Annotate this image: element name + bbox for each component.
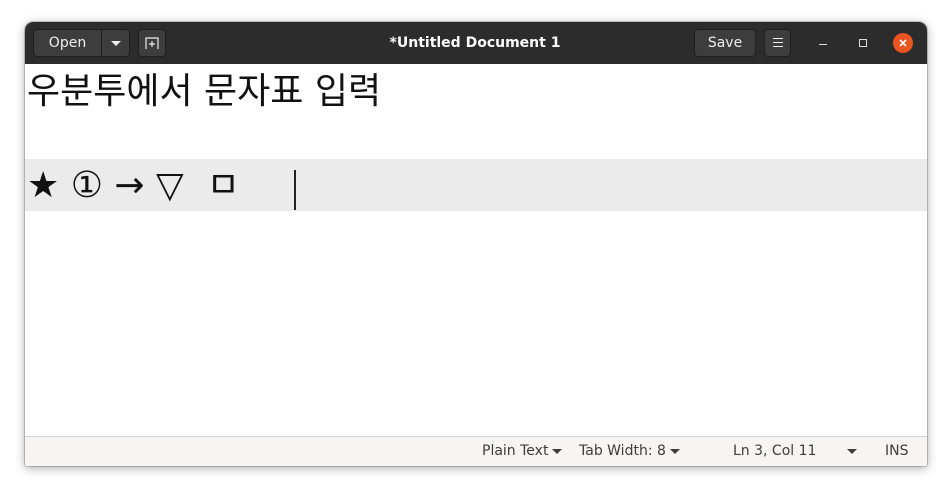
new-tab-icon: [145, 37, 159, 49]
chevron-down-icon: [670, 449, 680, 454]
cursor-position-label: Ln 3, Col 11: [733, 443, 817, 459]
window-title: *Untitled Document 1: [389, 35, 561, 51]
close-button[interactable]: [893, 33, 913, 53]
headerbar: Open *Untitled Document 1 Save: [25, 22, 927, 65]
chevron-down-icon: [552, 449, 562, 454]
chevron-down-icon: [111, 41, 121, 46]
chevron-down-icon: [847, 449, 857, 454]
close-icon: [899, 39, 907, 47]
language-selector[interactable]: Plain Text: [482, 437, 566, 466]
text-cursor: [294, 170, 296, 210]
save-button[interactable]: Save: [694, 29, 756, 57]
cursor-position-selector[interactable]: Ln 3, Col 11: [733, 437, 863, 466]
maximize-button[interactable]: [853, 33, 873, 53]
editor-line: ★ ① → ▽ ㅁ: [27, 165, 240, 206]
tab-width-label: Tab Width: 8: [579, 443, 666, 459]
open-button-group: Open: [33, 29, 130, 57]
open-menu-button[interactable]: [101, 29, 130, 57]
insert-mode-indicator: INS: [885, 443, 909, 459]
statusbar: Plain Text Tab Width: 8 Ln 3, Col 11 INS: [25, 436, 927, 466]
language-label: Plain Text: [482, 443, 549, 459]
tab-width-selector[interactable]: Tab Width: 8: [579, 437, 683, 466]
hamburger-menu-icon: [773, 38, 783, 50]
editor-line: 우분투에서 문자표 입력: [27, 71, 382, 112]
open-button[interactable]: Open: [33, 29, 102, 57]
new-tab-button[interactable]: [138, 29, 166, 57]
text-editor-window: Open *Untitled Document 1 Save 우분투에서 문자표…: [25, 22, 927, 466]
minimize-button[interactable]: [813, 33, 833, 53]
menu-button[interactable]: [764, 29, 791, 57]
text-editor-area[interactable]: 우분투에서 문자표 입력 ★ ① → ▽ ㅁ: [25, 64, 927, 436]
